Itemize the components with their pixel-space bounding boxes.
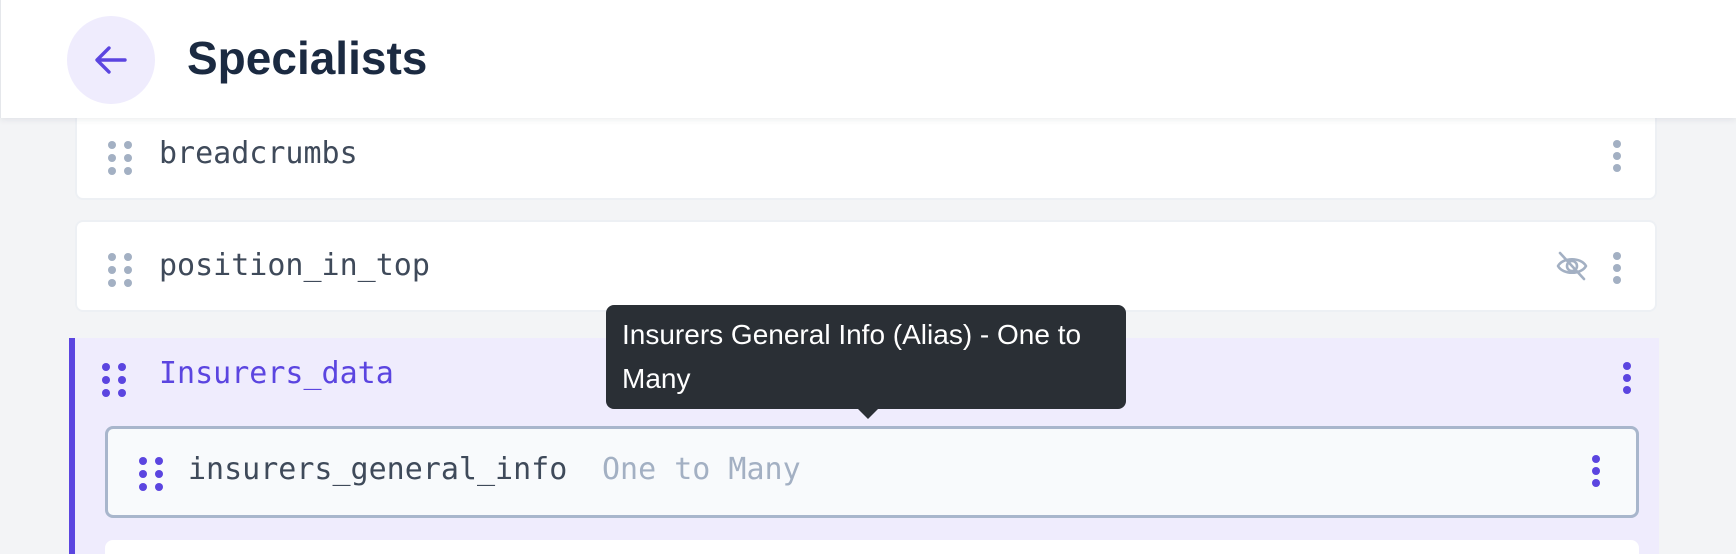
page-header: Specialists	[0, 0, 1736, 118]
field-row-position-in-top[interactable]: position_in_top	[75, 220, 1657, 312]
back-button[interactable]	[67, 16, 155, 104]
field-row-breadcrumbs[interactable]: breadcrumbs	[75, 108, 1657, 200]
tooltip: Insurers General Info (Alias) - One to M…	[606, 305, 1126, 419]
field-row-insurers-general-info[interactable]: insurers_general_info One to Many	[105, 426, 1639, 518]
more-options-icon[interactable]	[1607, 248, 1627, 288]
eye-off-icon[interactable]	[1555, 250, 1589, 282]
field-name: breadcrumbs	[159, 136, 358, 171]
field-name: insurers_general_info	[188, 452, 568, 487]
drag-handle-icon[interactable]	[101, 362, 127, 398]
more-options-icon[interactable]	[1617, 358, 1637, 398]
page: breadcrumbs position_in_top Insurers_dat…	[0, 0, 1736, 554]
more-options-icon[interactable]	[1607, 136, 1627, 176]
field-row-next[interactable]	[105, 540, 1639, 554]
field-name: position_in_top	[159, 248, 430, 283]
more-options-icon[interactable]	[1586, 451, 1606, 491]
page-title: Specialists	[187, 32, 428, 84]
relation-type: One to Many	[602, 452, 801, 487]
drag-handle-icon[interactable]	[138, 456, 164, 492]
arrow-left-icon	[95, 46, 127, 74]
drag-handle-icon[interactable]	[107, 252, 133, 288]
group-name: Insurers_data	[159, 356, 394, 391]
drag-handle-icon[interactable]	[107, 140, 133, 176]
